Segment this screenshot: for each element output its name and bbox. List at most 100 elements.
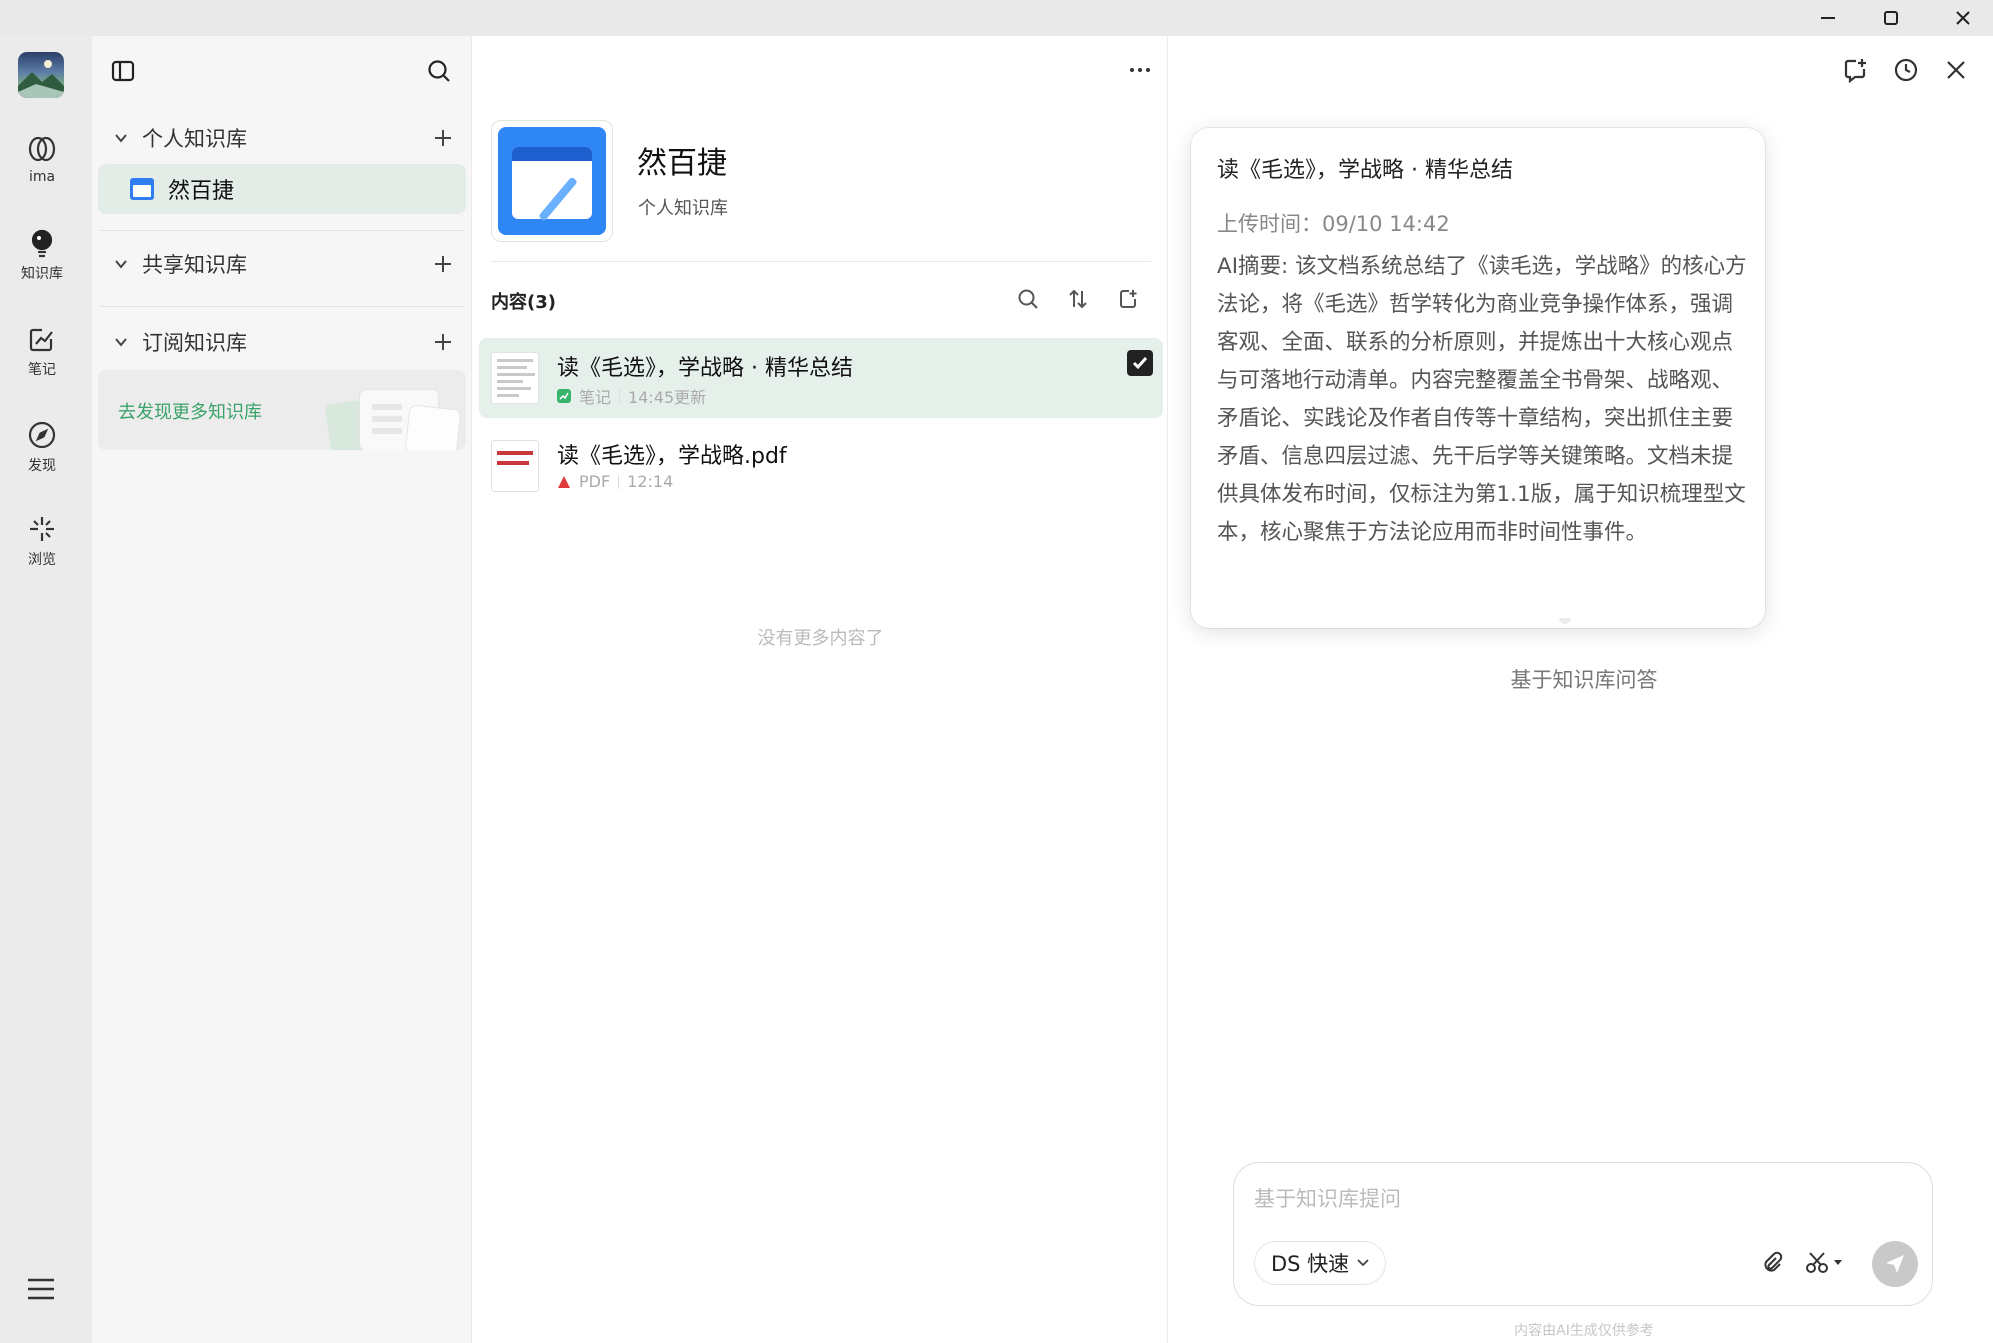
document-checkbox[interactable] [1127,350,1153,376]
question-box: DS 快速 [1233,1162,1933,1306]
paperclip-icon [1764,1251,1783,1272]
divider [100,230,464,231]
section-title: 个人知识库 [142,127,247,151]
kb-book-icon [130,178,154,200]
close-window-button[interactable] [1927,0,1993,36]
document-thumbnail [491,352,539,404]
rail-item-ima[interactable]: ima [0,134,84,185]
search-icon [428,60,450,82]
document-type: 笔记 [579,388,612,407]
document-row[interactable]: 读《毛选》，学战略.pdf PDF 12:14 [479,426,1163,506]
summary-title: 读《毛选》，学战略 · 精华总结 [1217,158,1513,183]
model-label: DS 快速 [1271,1252,1350,1276]
history-button[interactable] [1888,52,1924,88]
add-subscribed-kb-icon[interactable] [432,331,454,353]
section-personal-kb[interactable]: 个人知识库 [106,118,458,158]
rail-item-browse[interactable]: 浏览 [0,514,84,569]
document-thumbnail [491,440,539,492]
compass-icon [28,421,56,449]
chevron-down-icon [115,134,127,143]
sort-button[interactable] [1063,284,1093,314]
add-document-icon [1120,290,1137,308]
avatar-landscape-icon [18,60,64,98]
maximize-button[interactable] [1855,0,1927,36]
knowledge-base-sidebar: 个人知识库 然百捷 共享知识库 订阅知识库 去发现更多知识库 [92,36,472,1343]
kb-title: 然百捷 [637,146,727,181]
kb-item-label: 然百捷 [168,179,235,204]
discover-more-kb-card[interactable]: 去发现更多知识库 [98,370,466,450]
minimize-icon [1821,17,1835,19]
clip-tool-button[interactable] [1802,1247,1850,1279]
document-time: 12:14 [627,472,674,491]
new-chat-button[interactable] [1838,52,1874,88]
sort-icon [1069,289,1087,309]
rail-item-notes[interactable]: 笔记 [0,324,84,379]
upload-time: 上传时间：09/10 14:42 [1217,212,1450,236]
check-icon [1132,357,1148,370]
qa-pane: 读《毛选》，学战略 · 精华总结 上传时间：09/10 14:42 AI摘要: … [1169,36,1993,1343]
close-icon [1947,61,1965,79]
paper-illustration [405,405,461,450]
minimize-button[interactable] [1792,0,1864,36]
more-dot-icon [1130,68,1134,72]
discover-link[interactable]: 去发现更多知识库 [118,398,262,424]
rail-item-discover[interactable]: 发现 [0,420,84,475]
document-title: 读《毛选》，学战略 · 精华总结 [557,356,853,381]
rail-item-label: 知识库 [21,266,63,282]
ai-summary-text: AI摘要: 该文档系统总结了《读毛选，学战略》的核心方法论，将《毛选》哲学转化为… [1217,254,1747,545]
content-search-button[interactable] [1013,284,1043,314]
sidebar-search-button[interactable] [422,54,456,88]
kb-subtitle: 个人知识库 [638,198,728,219]
meta-separator [619,389,621,403]
kb-item-selected[interactable]: 然百捷 [98,164,466,214]
search-icon [1018,289,1038,309]
clock-icon [1894,58,1918,82]
sparkle-icon [30,517,54,541]
title-bar [0,0,1993,36]
sidebar-toggle-icon [111,60,135,82]
rail-item-label: 笔记 [28,362,56,378]
add-content-button[interactable] [1113,284,1143,314]
close-panel-button[interactable] [1938,52,1974,88]
send-button[interactable] [1872,1241,1918,1287]
model-selector[interactable]: DS 快速 [1254,1241,1387,1285]
add-personal-kb-icon[interactable] [432,127,454,149]
toggle-sidebar-button[interactable] [106,54,140,88]
more-options-button[interactable] [1123,58,1157,82]
question-input[interactable] [1254,1181,1914,1217]
section-title: 订阅知识库 [142,331,247,355]
attach-button[interactable] [1756,1247,1788,1279]
document-summary-card: 读《毛选》，学战略 · 精华总结 上传时间：09/10 14:42 AI摘要: … [1191,128,1765,628]
scissors-icon [1806,1252,1842,1273]
close-icon [1956,11,1970,25]
menu-button[interactable] [24,1272,58,1306]
bulb-icon [31,229,53,258]
maximize-icon [1884,11,1898,25]
divider [100,306,464,307]
chevron-down-icon [115,260,127,269]
rail-item-label: ima [28,169,56,185]
send-icon [1886,1255,1904,1273]
rail-item-knowledge-base[interactable]: 知识库 [0,228,84,283]
chevron-down-icon [1357,1259,1369,1267]
document-meta: PDF 12:14 [557,472,673,491]
nav-rail: ima 知识库 笔记 发现 浏览 [0,36,92,1343]
hamburger-icon [28,1278,54,1300]
more-dot-icon [1138,68,1142,72]
pdf-type-icon [558,475,570,488]
document-type: PDF [579,472,611,491]
document-title: 读《毛选》，学战略.pdf [557,444,787,469]
new-chat-icon [1844,59,1866,83]
rail-item-label: 浏览 [28,552,56,568]
avatar[interactable] [18,52,64,98]
document-time: 14:45更新 [628,388,707,407]
section-shared-kb[interactable]: 共享知识库 [106,244,458,284]
section-subscribed-kb[interactable]: 订阅知识库 [106,322,458,362]
section-title: 共享知识库 [142,253,247,277]
chevron-down-icon [115,338,127,347]
note-type-icon [557,389,571,403]
document-row[interactable]: 读《毛选》，学战略 · 精华总结 笔记 14:45更新 [479,338,1163,418]
add-shared-kb-icon[interactable] [432,253,454,275]
ai-disclaimer: 内容由AI生成仅供参考 [1514,1323,1654,1339]
content-count-header: 内容(3) [491,292,556,313]
